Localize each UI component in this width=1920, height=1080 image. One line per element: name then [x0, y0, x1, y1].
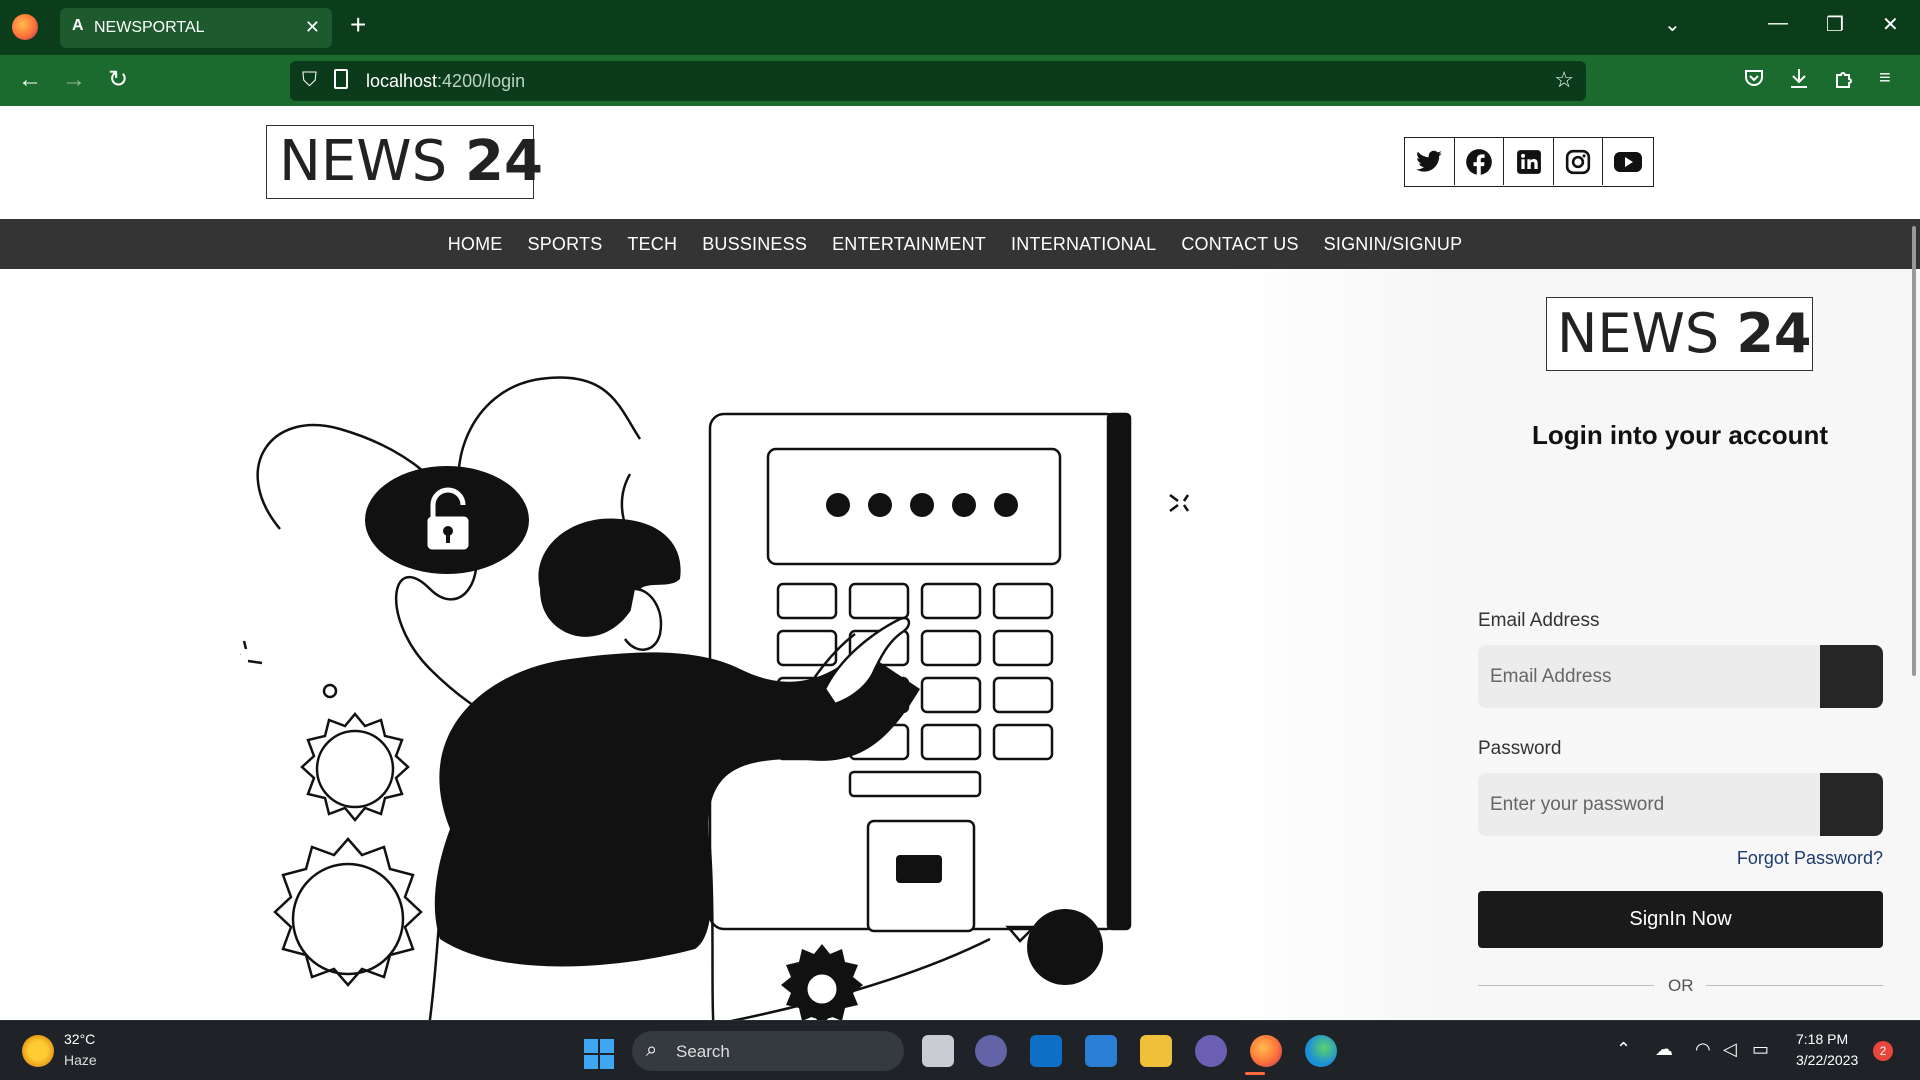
password-field	[1478, 773, 1883, 836]
or-text: OR	[1668, 976, 1694, 995]
web-page: NEWS 24 HOME SPORTS TECH BUSSINESS ENTER…	[0, 106, 1920, 1020]
close-tab-icon[interactable]: ✕	[305, 17, 320, 38]
divider-left	[1478, 985, 1654, 986]
page-icon	[334, 69, 348, 89]
email-label: Email Address	[1478, 610, 1600, 631]
chevron-up-icon[interactable]: ⌃	[1616, 1039, 1631, 1060]
youtube-icon[interactable]	[1603, 138, 1653, 185]
wifi-icon[interactable]: ◠	[1695, 1039, 1711, 1060]
login-illustration	[240, 376, 1190, 1020]
restore-icon[interactable]: ❐	[1826, 12, 1844, 37]
weather-temp[interactable]: 32°C	[64, 1031, 95, 1047]
download-icon[interactable]	[1789, 67, 1809, 95]
divider-right	[1706, 985, 1883, 986]
email-input[interactable]	[1478, 645, 1822, 708]
search-icon: ⌕	[646, 1039, 658, 1061]
nav-home[interactable]: HOME	[448, 234, 503, 255]
extensions-icon[interactable]	[1834, 67, 1854, 95]
reload-icon[interactable]: ↻	[108, 67, 128, 93]
tab-list-icon[interactable]: ⌄	[1664, 12, 1681, 37]
back-icon[interactable]: ←	[18, 67, 42, 93]
social-links	[1404, 137, 1654, 187]
signin-button[interactable]: SignIn Now	[1478, 891, 1883, 948]
edge-icon[interactable]	[1305, 1035, 1337, 1067]
eclipse-icon[interactable]	[1195, 1035, 1227, 1067]
email-field	[1478, 645, 1883, 708]
nav-entertainment[interactable]: ENTERTAINMENT	[832, 234, 986, 255]
nav-bussiness[interactable]: BUSSINESS	[702, 234, 807, 255]
linkedin-icon[interactable]	[1504, 138, 1554, 185]
shield-icon[interactable]: ⛉	[302, 69, 317, 92]
firefox-taskbar-icon[interactable]	[1250, 1035, 1282, 1067]
nav-sports[interactable]: SPORTS	[528, 234, 603, 255]
main-nav: HOME SPORTS TECH BUSSINESS ENTERTAINMENT…	[0, 219, 1920, 269]
weather-condition[interactable]: Haze	[64, 1052, 97, 1068]
address-bar[interactable]: ⛉ localhost:4200/login ☆	[290, 61, 1586, 101]
start-icon[interactable]	[584, 1039, 614, 1069]
browser-tab[interactable]: A NEWSPORTAL ✕	[60, 8, 332, 48]
mail-icon[interactable]	[1085, 1035, 1117, 1067]
forgot-password-link[interactable]: Forgot Password?	[1737, 848, 1883, 869]
illustration-pane	[0, 269, 1440, 1020]
browser-tabbar: A NEWSPORTAL ✕ + ⌄ — ❐ ✕	[0, 0, 1920, 55]
minimize-icon[interactable]: —	[1768, 12, 1788, 35]
nav-international[interactable]: INTERNATIONAL	[1011, 234, 1156, 255]
facebook-icon[interactable]	[1455, 138, 1505, 185]
new-tab-icon[interactable]: +	[350, 10, 366, 40]
password-label: Password	[1478, 738, 1562, 759]
volume-icon[interactable]: ◁	[1723, 1039, 1737, 1060]
task-view-icon[interactable]	[922, 1035, 954, 1067]
login-logo: NEWS 24	[1546, 297, 1813, 371]
url-text[interactable]: localhost:4200/login	[366, 71, 525, 92]
taskbar: 32°C Haze ⌕ Search ⌃ ☁ ◠ ◁ ▭ 7:18 PM 3/2…	[0, 1020, 1920, 1080]
twitter-icon[interactable]	[1405, 138, 1455, 185]
vscode-icon[interactable]	[1030, 1035, 1062, 1067]
tab-title: NEWSPORTAL	[94, 19, 205, 36]
forward-icon[interactable]: →	[62, 67, 86, 93]
firefox-icon[interactable]	[12, 14, 38, 40]
file-explorer-icon[interactable]	[1140, 1035, 1172, 1067]
email-addon-button[interactable]	[1820, 645, 1883, 708]
nav-contact-us[interactable]: CONTACT US	[1181, 234, 1298, 255]
password-addon-button[interactable]	[1820, 773, 1883, 836]
weather-icon[interactable]	[22, 1035, 54, 1067]
clock-date[interactable]: 3/22/2023	[1796, 1052, 1858, 1068]
scrollbar[interactable]	[1912, 226, 1916, 676]
active-indicator	[1245, 1072, 1265, 1075]
nav-tech[interactable]: TECH	[627, 234, 677, 255]
site-logo[interactable]: NEWS 24	[266, 125, 543, 199]
close-window-icon[interactable]: ✕	[1882, 12, 1899, 37]
login-title: Login into your account	[1531, 420, 1829, 450]
nav-signin-signup[interactable]: SIGNIN/SIGNUP	[1324, 234, 1463, 255]
menu-icon[interactable]: ≡	[1879, 67, 1891, 90]
clock-time[interactable]: 7:18 PM	[1796, 1031, 1848, 1047]
battery-icon[interactable]: ▭	[1752, 1039, 1769, 1060]
password-input[interactable]	[1478, 773, 1822, 836]
bookmark-star-icon[interactable]: ☆	[1554, 67, 1574, 93]
instagram-icon[interactable]	[1554, 138, 1604, 185]
angular-icon: A	[72, 17, 84, 34]
teams-chat-icon[interactable]	[975, 1035, 1007, 1067]
notification-badge[interactable]: 2	[1873, 1041, 1893, 1061]
taskbar-search[interactable]: ⌕ Search	[632, 1031, 904, 1071]
onedrive-icon[interactable]: ☁	[1655, 1039, 1673, 1060]
pocket-icon[interactable]	[1744, 67, 1764, 93]
